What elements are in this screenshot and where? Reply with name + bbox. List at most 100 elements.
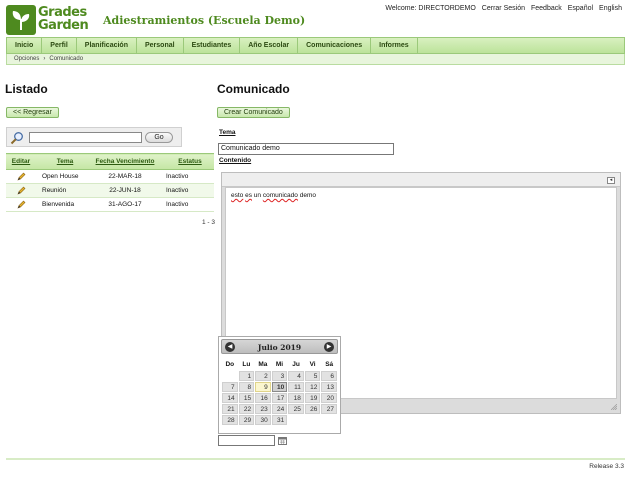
calendar-day[interactable]: 20 xyxy=(321,393,337,403)
calendar-day[interactable]: 31 xyxy=(271,415,288,425)
calendar-icon[interactable] xyxy=(278,436,287,445)
pencil-icon[interactable] xyxy=(16,186,26,195)
content-word: es xyxy=(245,192,252,199)
calendar-empty-cell xyxy=(321,415,337,425)
calendar-day[interactable]: 26 xyxy=(304,404,321,414)
datepicker-header: ◀ Julio 2019 ▶ xyxy=(221,339,338,354)
calendar-day[interactable]: 1 xyxy=(238,371,255,381)
calendar-day[interactable]: 17 xyxy=(271,393,288,403)
calendar-day[interactable]: 15 xyxy=(238,393,255,403)
edit-cell[interactable] xyxy=(6,169,36,184)
calendar-day[interactable]: 18 xyxy=(288,393,304,403)
calendar-day[interactable]: 14 xyxy=(222,393,238,403)
weekday-header: Do xyxy=(225,360,235,368)
column-header-tema[interactable]: Tema xyxy=(36,153,88,170)
calendar-day[interactable]: 2 xyxy=(255,371,271,381)
calendar-day[interactable]: 5 xyxy=(304,371,321,381)
nav-perfil[interactable]: Perfil xyxy=(42,38,77,53)
content-word: esto xyxy=(231,192,244,199)
calendar-day[interactable]: 22 xyxy=(238,404,255,414)
calendar-day[interactable]: 10 xyxy=(271,382,288,392)
calendar-day[interactable]: 7 xyxy=(222,382,238,392)
tema-label: Tema xyxy=(219,129,236,136)
content-word: comunicado xyxy=(262,192,298,199)
calendar-empty-cell xyxy=(305,415,321,425)
go-button[interactable]: Go xyxy=(145,132,173,143)
calendar-day[interactable]: 6 xyxy=(321,371,337,381)
calendar-day[interactable]: 29 xyxy=(238,415,255,425)
calendar-day[interactable]: 19 xyxy=(304,393,321,403)
calendar-day[interactable]: 4 xyxy=(288,371,304,381)
calendar-day[interactable]: 9 xyxy=(255,382,271,392)
calendar-week: 21 22 23 24 25 26 27 xyxy=(222,404,337,414)
contenido-label: Contenido xyxy=(219,157,252,164)
calendar-day[interactable]: 3 xyxy=(271,371,288,381)
calendar-day[interactable]: 8 xyxy=(238,382,255,392)
grades-garden-logo[interactable]: Grades Garden xyxy=(6,5,94,35)
datepicker-calendar: Do Lu Ma Mi Ju Vi Sá 1 2 3 4 5 6 7 8 9 10 11 12 13 14 15 16 17… xyxy=(221,357,338,426)
calendar-day[interactable]: 30 xyxy=(255,415,271,425)
column-header-fecha[interactable]: Fecha Vencimiento xyxy=(88,153,162,170)
datepicker-month-year: Julio 2019 xyxy=(257,343,302,352)
nav-comunicaciones[interactable]: Comunicaciones xyxy=(298,38,372,53)
nav-informes[interactable]: Informes xyxy=(371,38,418,53)
pencil-icon[interactable] xyxy=(16,200,26,209)
calendar-day[interactable]: 13 xyxy=(321,382,337,392)
nav-estudiantes[interactable]: Estudiantes xyxy=(184,38,241,53)
date-input[interactable] xyxy=(218,435,275,446)
logout-link[interactable]: Cerrar Sesión xyxy=(482,5,525,12)
listado-heading: Listado xyxy=(5,82,48,96)
calendar-day[interactable]: 23 xyxy=(255,404,271,414)
user-links: Welcome: DIRECTORDEMO Cerrar Sesión Feed… xyxy=(385,5,622,12)
edit-cell[interactable] xyxy=(6,197,36,212)
search-icon xyxy=(10,132,23,145)
edit-cell[interactable] xyxy=(6,183,36,198)
tema-input[interactable]: Comunicado demo xyxy=(218,143,394,155)
weekday-header: Mi xyxy=(275,360,284,368)
calendar-day[interactable]: 21 xyxy=(222,404,238,414)
weekday-header: Vi xyxy=(309,360,316,368)
resize-grip-icon[interactable] xyxy=(611,404,617,410)
pager-text: 1 - 3 xyxy=(202,219,216,226)
editor-toolbar: ◂ xyxy=(222,173,620,187)
school-title: Adiestramientos (Escuela Demo) xyxy=(103,14,306,27)
main-nav: Inicio Perfil Planificación Personal Est… xyxy=(6,37,625,54)
calendar-day[interactable]: 27 xyxy=(321,404,337,414)
nav-inicio[interactable]: Inicio xyxy=(7,38,43,53)
breadcrumb: Opciones › Comunicado xyxy=(6,54,625,65)
toolbar-collapse-icon[interactable]: ◂ xyxy=(607,177,615,184)
breadcrumb-current: Comunicado xyxy=(49,56,84,62)
weekday-header: Ma xyxy=(258,360,268,368)
calendar-day[interactable]: 25 xyxy=(288,404,304,414)
pencil-icon[interactable] xyxy=(16,172,26,181)
calendar-day[interactable]: 24 xyxy=(271,404,288,414)
calendar-day[interactable]: 16 xyxy=(255,393,271,403)
cell-fecha: 22-MAR-18 xyxy=(88,169,162,184)
calendar-day[interactable]: 28 xyxy=(222,415,238,425)
weekday-header: Ju xyxy=(292,360,300,368)
cell-fecha: 22-JUN-18 xyxy=(88,183,162,198)
language-english-link[interactable]: English xyxy=(599,5,622,12)
search-input[interactable] xyxy=(29,132,142,143)
comunicado-heading: Comunicado xyxy=(217,82,290,96)
nav-ano-escolar[interactable]: Año Escolar xyxy=(240,38,299,53)
back-button[interactable]: << Regresar xyxy=(6,107,59,118)
language-spanish-link[interactable]: Español xyxy=(568,5,593,12)
table-row: Bienvenida 31-AGO-17 Inactivo xyxy=(6,197,214,212)
nav-personal[interactable]: Personal xyxy=(137,38,184,53)
feedback-link[interactable]: Feedback xyxy=(531,5,562,12)
calendar-day[interactable]: 12 xyxy=(304,382,321,392)
content-word: un xyxy=(253,192,262,199)
welcome-text: Welcome: DIRECTORDEMO xyxy=(385,5,476,12)
nav-planificacion[interactable]: Planificación xyxy=(77,38,137,53)
column-header-editar[interactable]: Editar xyxy=(6,153,36,170)
cell-estatus: Inactivo xyxy=(162,183,214,198)
breadcrumb-opciones[interactable]: Opciones xyxy=(14,56,39,62)
cell-tema: Reunión xyxy=(36,183,88,198)
calendar-empty-cell xyxy=(222,371,238,381)
calendar-day[interactable]: 11 xyxy=(288,382,304,392)
next-month-icon[interactable]: ▶ xyxy=(324,342,334,352)
create-comunicado-button[interactable]: Crear Comunicado xyxy=(217,107,290,118)
calendar-week: 7 8 9 10 11 12 13 xyxy=(222,382,337,392)
column-header-estatus[interactable]: Estatus xyxy=(162,153,214,170)
